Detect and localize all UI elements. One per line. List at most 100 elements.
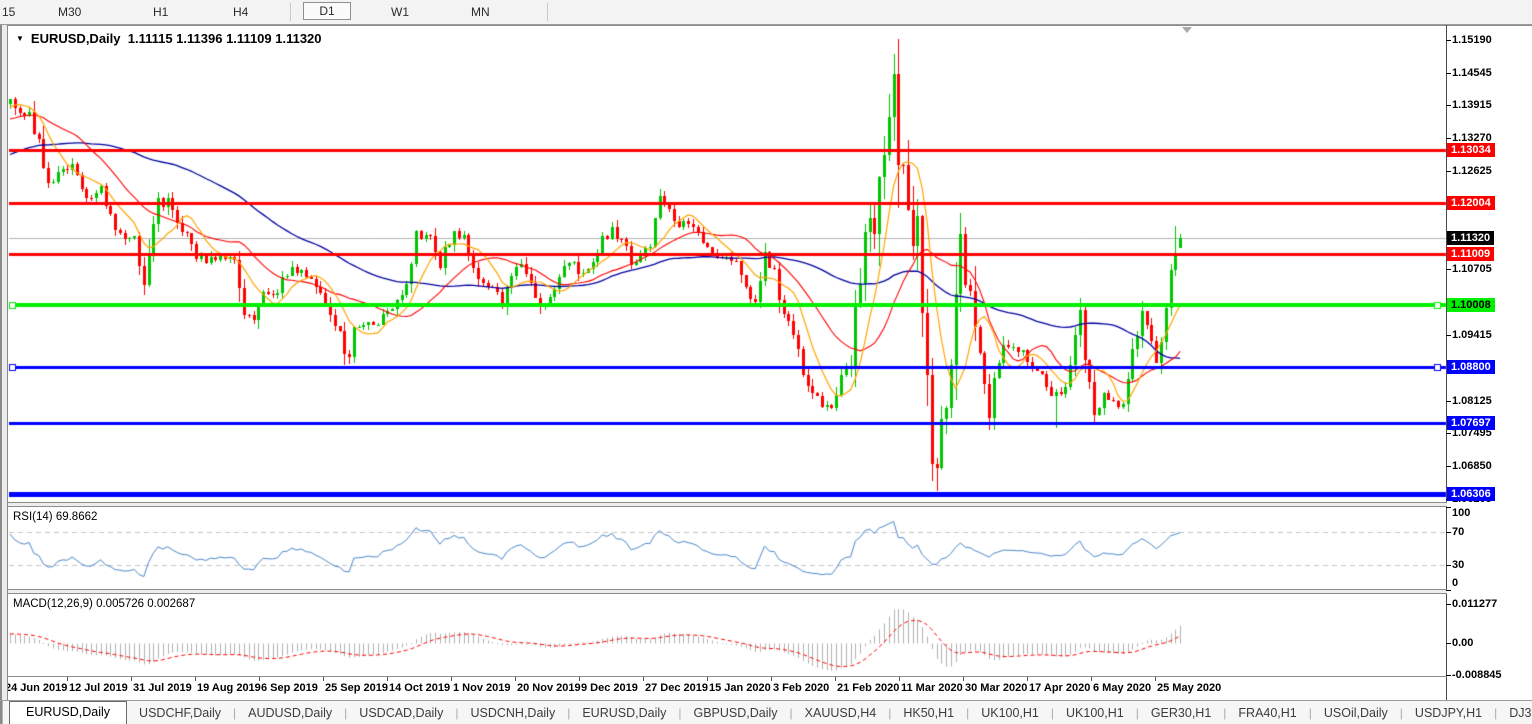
- date-tick-label: 1 Nov 2019: [453, 682, 510, 694]
- price-tick-label: 1.15190: [1452, 34, 1492, 47]
- symbol-tab-hk50[interactable]: HK50,H1: [891, 703, 966, 723]
- panel-splitter-macd[interactable]: [0, 589, 1447, 594]
- symbol-tab-usdchf[interactable]: USDCHF,Daily: [127, 703, 233, 723]
- symbol-tab-uk100[interactable]: UK100,H1: [969, 703, 1051, 723]
- symbol-tab-eurusd-active[interactable]: EURUSD,Daily: [9, 701, 127, 724]
- symbol-tab-gbpusd[interactable]: GBPUSD,Daily: [682, 703, 790, 723]
- level-price-label[interactable]: 1.07697: [1447, 416, 1495, 430]
- price-tick-mark: [1446, 269, 1451, 270]
- date-tick-mark: [515, 677, 516, 681]
- level-price-label[interactable]: 1.10008: [1447, 298, 1495, 312]
- date-tick-mark: [1091, 677, 1092, 681]
- symbol-tab-usdcad[interactable]: USDCAD,Daily: [347, 703, 455, 723]
- macd-tick-label: 0.011277: [1452, 598, 1497, 611]
- chart-top-border: [0, 25, 1532, 26]
- date-axis-border: [0, 676, 1447, 677]
- symbol-tab-xauusd[interactable]: XAUUSD,H4: [793, 703, 889, 723]
- date-tick-mark: [259, 677, 260, 681]
- macd-tick-mark: [1446, 675, 1451, 676]
- symbol-tab-usoil[interactable]: USOil,Daily: [1312, 703, 1400, 723]
- date-tick-mark: [195, 677, 196, 681]
- macd-tick-label: -0.008845: [1452, 669, 1502, 682]
- symbol-tab-usdcnh[interactable]: USDCNH,Daily: [458, 703, 567, 723]
- panel-splitter-rsi[interactable]: [0, 502, 1447, 507]
- macd-tick-mark: [1446, 643, 1451, 644]
- timeframe-button-15[interactable]: 15: [2, 5, 15, 19]
- level-price-label[interactable]: 1.12004: [1447, 196, 1495, 210]
- date-tick-mark: [451, 677, 452, 681]
- date-tick-label: 12 Jul 2019: [69, 682, 128, 694]
- timeframe-button-h4[interactable]: H4: [233, 5, 248, 19]
- symbol-info-line: ▼ EURUSD,Daily 1.11115 1.11396 1.11109 1.…: [16, 31, 322, 46]
- level-price-label[interactable]: 1.11009: [1447, 247, 1494, 261]
- symbol-tab-eurusd[interactable]: EURUSD,Daily: [570, 703, 678, 723]
- level-price-label[interactable]: 1.13034: [1447, 143, 1495, 157]
- date-tick-mark: [131, 677, 132, 681]
- date-tick-label: 9 Dec 2019: [581, 682, 638, 694]
- timeframe-toolbar: 15 M30 H1 H4 D1 W1 MN: [0, 0, 1532, 25]
- date-tick-mark: [323, 677, 324, 681]
- date-tick-label: 20 Nov 2019: [517, 682, 581, 694]
- chart-shift-marker-icon[interactable]: [1182, 27, 1192, 33]
- date-tick-mark: [387, 677, 388, 681]
- date-tick-mark: [1027, 677, 1028, 681]
- window-left-edge: [0, 25, 8, 724]
- price-tick-mark: [1446, 466, 1451, 467]
- timeframe-button-mn[interactable]: MN: [471, 5, 490, 19]
- date-tick-mark: [579, 677, 580, 681]
- macd-tick-mark: [1446, 604, 1451, 605]
- symbol-tab-audusd[interactable]: AUDUSD,Daily: [236, 703, 344, 723]
- timeframe-button-m30[interactable]: M30: [58, 5, 81, 19]
- symbol-tab-bar: EURUSD,DailyUSDCHF,Daily|AUDUSD,Daily|US…: [0, 700, 1532, 724]
- price-tick-mark: [1446, 171, 1451, 172]
- timeframe-button-d1[interactable]: D1: [303, 2, 351, 20]
- price-tick-label: 1.10705: [1452, 263, 1492, 276]
- date-tick-label: 21 Feb 2020: [837, 682, 899, 694]
- toolbar-separator: [547, 3, 548, 21]
- symbol-tab-usdjpy[interactable]: USDJPY,H1: [1403, 703, 1494, 723]
- symbol-tab-uk100[interactable]: UK100,H1: [1054, 703, 1136, 723]
- chevron-down-icon[interactable]: ▼: [16, 34, 24, 43]
- macd-label: MACD(12,26,9) 0.005726 0.002687: [13, 598, 195, 610]
- price-tick-label: 1.13915: [1452, 99, 1492, 112]
- date-tick-label: 15 Jan 2020: [709, 682, 771, 694]
- price-tick-label: 1.08125: [1452, 395, 1492, 408]
- date-tick-label: 19 Aug 2019: [197, 682, 261, 694]
- date-tick-mark: [707, 677, 708, 681]
- ohlc-values: 1.11115 1.11396 1.11109 1.11320: [128, 31, 322, 46]
- level-price-label[interactable]: 1.08800: [1447, 360, 1495, 374]
- date-tick-label: 3 Feb 2020: [773, 682, 829, 694]
- macd-tick-label: 0.00: [1452, 637, 1473, 650]
- date-tick-mark: [1155, 677, 1156, 681]
- rsi-tick-label: 70: [1452, 526, 1464, 539]
- date-tick-label: 25 Sep 2019: [325, 682, 388, 694]
- chart-canvas[interactable]: [0, 0, 1532, 724]
- date-tick-mark: [67, 677, 68, 681]
- rsi-label: RSI(14) 69.8662: [13, 511, 97, 523]
- timeframe-button-h1[interactable]: H1: [153, 5, 168, 19]
- symbol-tab-fra40[interactable]: FRA40,H1: [1226, 703, 1308, 723]
- price-tick-mark: [1446, 401, 1451, 402]
- price-tick-label: 1.06850: [1452, 460, 1492, 473]
- rsi-tick-mark: [1446, 532, 1451, 533]
- date-tick-label: 6 May 2020: [1093, 682, 1151, 694]
- date-tick-label: 31 Jul 2019: [133, 682, 192, 694]
- symbol-name: EURUSD,Daily: [31, 31, 121, 46]
- symbol-tab-dj30[interactable]: DJ30,H1: [1497, 703, 1532, 723]
- level-price-label[interactable]: 1.06306: [1447, 487, 1495, 501]
- price-tick-label: 1.09415: [1452, 329, 1492, 342]
- rsi-tick-mark: [1446, 507, 1451, 508]
- date-tick-mark: [643, 677, 644, 681]
- date-tick-mark: [771, 677, 772, 681]
- rsi-tick-mark: [1446, 565, 1451, 566]
- price-tick-label: 1.14545: [1452, 67, 1492, 80]
- date-tick-mark: [835, 677, 836, 681]
- price-tick-mark: [1446, 40, 1451, 41]
- date-tick-label: 25 May 2020: [1157, 682, 1221, 694]
- current-price-label: 1.11320: [1447, 231, 1494, 245]
- symbol-tab-ger30[interactable]: GER30,H1: [1139, 703, 1223, 723]
- price-tick-mark: [1446, 73, 1451, 74]
- rsi-tick-mark: [1446, 590, 1451, 591]
- timeframe-button-w1[interactable]: W1: [391, 5, 409, 19]
- date-tick-label: 14 Oct 2019: [389, 682, 450, 694]
